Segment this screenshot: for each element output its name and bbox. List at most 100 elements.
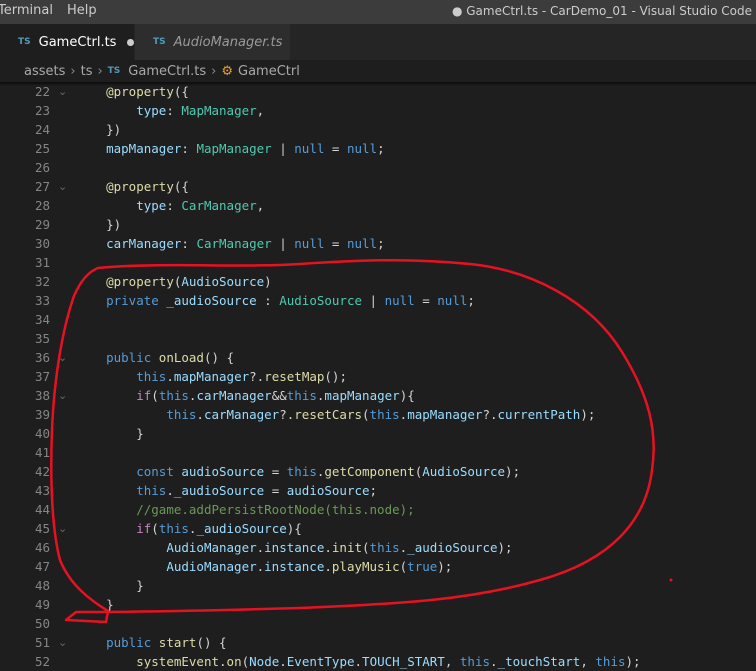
code-line[interactable]: 28 type: CarManager, xyxy=(0,196,756,215)
code-line[interactable]: 27 ⌄ @property({ xyxy=(0,177,756,196)
tab-gamectrl[interactable]: TS GameCtrl.ts xyxy=(0,24,134,60)
code-line[interactable]: 30 carManager: CarManager | null = null; xyxy=(0,234,756,253)
code-text: type: MapManager, xyxy=(136,103,265,118)
line-number: 31 xyxy=(34,255,50,270)
code-line[interactable]: 42 const audioSource = this.getComponent… xyxy=(0,462,756,481)
code-line[interactable]: 51 ⌄ public start() { xyxy=(0,633,756,652)
code-line[interactable]: 24 }) xyxy=(0,120,756,139)
line-number: 48 xyxy=(34,578,50,593)
code-line[interactable]: 41 xyxy=(0,443,756,462)
code-line[interactable]: 26 xyxy=(0,158,756,177)
line-number: 34 xyxy=(34,312,50,327)
code-text: } xyxy=(76,597,114,612)
breadcrumb-item-ts[interactable]: ts xyxy=(81,64,93,79)
line-number: 29 xyxy=(34,217,50,232)
fold-chevron-icon[interactable]: ⌄ xyxy=(58,633,67,652)
code-line[interactable]: 39 this.carManager?.resetCars(this.mapMa… xyxy=(0,405,756,424)
code-text: AudioManager.instance.init(this._audioSo… xyxy=(166,540,513,555)
code-line[interactable]: 40 } xyxy=(0,424,756,443)
code-line[interactable]: 43 this._audioSource = audioSource; xyxy=(0,481,756,500)
code-text: systemEvent.on(Node.EventType.TOUCH_STAR… xyxy=(136,654,641,669)
code-text: const audioSource = this.getComponent(Au… xyxy=(136,464,521,479)
line-number: 38 xyxy=(34,388,50,403)
line-number: 26 xyxy=(34,160,50,175)
tab-label: AudioManager.ts xyxy=(173,34,283,50)
code-line[interactable]: 38 ⌄ if(this.carManager&&this.mapManager)… xyxy=(0,386,756,405)
code-line[interactable]: 23 type: MapManager, xyxy=(0,101,756,120)
code-text: @property({ xyxy=(106,179,189,194)
line-number: 50 xyxy=(34,616,50,631)
code-line[interactable]: 49 } xyxy=(0,595,756,614)
chevron-right-icon: › xyxy=(70,63,76,79)
code-line[interactable]: 33 private _audioSource : AudioSource | … xyxy=(0,291,756,310)
code-line[interactable]: 32 @property(AudioSource) xyxy=(0,272,756,291)
code-text: if(this._audioSource){ xyxy=(136,521,302,536)
line-number: 43 xyxy=(34,483,50,498)
code-line[interactable]: 34 xyxy=(0,310,756,329)
code-text: } xyxy=(76,578,144,593)
line-number: 45 xyxy=(34,521,50,536)
line-number: 25 xyxy=(34,141,50,156)
code-line[interactable]: 48 } xyxy=(0,576,756,595)
scroll-shadow xyxy=(0,82,756,86)
line-number: 27 xyxy=(34,179,50,194)
code-text: public onLoad() { xyxy=(106,350,235,365)
line-number: 33 xyxy=(34,293,50,308)
code-text: AudioManager.instance.playMusic(true); xyxy=(166,559,453,574)
breadcrumb-item-assets[interactable]: assets xyxy=(24,64,65,79)
code-line[interactable]: 46 AudioManager.instance.init(this._audi… xyxy=(0,538,756,557)
fold-chevron-icon[interactable]: ⌄ xyxy=(58,177,67,196)
code-line[interactable]: 52 systemEvent.on(Node.EventType.TOUCH_S… xyxy=(0,652,756,671)
typescript-file-icon: TS xyxy=(18,37,31,47)
typescript-file-icon: TS xyxy=(153,37,166,47)
line-number: 49 xyxy=(34,597,50,612)
menu-bar: Terminal Help xyxy=(0,3,111,18)
chevron-right-icon: › xyxy=(211,63,217,79)
line-number: 32 xyxy=(34,274,50,289)
line-number: 37 xyxy=(34,369,50,384)
code-text: //game.addPersistRootNode(this.node); xyxy=(136,502,415,517)
code-text: }) xyxy=(76,217,122,232)
line-number: 30 xyxy=(34,236,50,251)
code-text: private _audioSource : AudioSource | nul… xyxy=(106,293,475,308)
code-line[interactable]: 47 AudioManager.instance.playMusic(true)… xyxy=(0,557,756,576)
code-text: this.carManager?.resetCars(this.mapManag… xyxy=(166,407,596,422)
line-number: 52 xyxy=(34,654,50,669)
menu-item-help[interactable]: Help xyxy=(67,3,97,18)
code-line[interactable]: 37 this.mapManager?.resetMap(); xyxy=(0,367,756,386)
fold-chevron-icon[interactable]: ⌄ xyxy=(58,348,67,367)
breadcrumb-item-class[interactable]: GameCtrl xyxy=(238,64,300,79)
code-text: public start() { xyxy=(106,635,227,650)
line-number: 44 xyxy=(34,502,50,517)
fold-chevron-icon[interactable]: ⌄ xyxy=(58,386,67,405)
line-number: 24 xyxy=(34,122,50,137)
breadcrumb-item-file[interactable]: GameCtrl.ts xyxy=(128,64,206,79)
code-line[interactable]: 31 xyxy=(0,253,756,272)
breadcrumb: assets › ts › TS GameCtrl.ts › ⚙ GameCtr… xyxy=(0,60,756,82)
code-text: @property(AudioSource) xyxy=(106,274,272,289)
code-line[interactable]: 35 xyxy=(0,329,756,348)
code-line[interactable]: 44 //game.addPersistRootNode(this.node); xyxy=(0,500,756,519)
code-line[interactable]: 36 ⌄ public onLoad() { xyxy=(0,348,756,367)
code-line[interactable]: 25 mapManager: MapManager | null = null; xyxy=(0,139,756,158)
line-number: 46 xyxy=(34,540,50,555)
code-text: this.mapManager?.resetMap(); xyxy=(136,369,347,384)
typescript-file-icon: TS xyxy=(107,66,121,76)
fold-chevron-icon[interactable]: ⌄ xyxy=(58,519,67,538)
code-text: this._audioSource = audioSource; xyxy=(136,483,378,498)
line-number: 41 xyxy=(34,445,50,460)
code-editor[interactable]: 22 ⌄ @property({23 type: MapManager, 24 })… xyxy=(0,82,756,671)
line-number: 47 xyxy=(34,559,50,574)
line-number: 28 xyxy=(34,198,50,213)
tab-audiomanager[interactable]: TS AudioManager.ts xyxy=(134,24,290,60)
code-line[interactable]: 29 }) xyxy=(0,215,756,234)
line-number: 35 xyxy=(34,331,50,346)
line-number: 36 xyxy=(34,350,50,365)
code-line[interactable]: 50 xyxy=(0,614,756,633)
code-line[interactable]: 45 ⌄ if(this._audioSource){ xyxy=(0,519,756,538)
editor-tab-bar: TS GameCtrl.ts TS AudioManager.ts xyxy=(0,24,756,60)
line-number: 23 xyxy=(34,103,50,118)
code-text: }) xyxy=(76,122,122,137)
menu-item-terminal[interactable]: Terminal xyxy=(0,3,53,18)
code-text: if(this.carManager&&this.mapManager){ xyxy=(136,388,415,403)
